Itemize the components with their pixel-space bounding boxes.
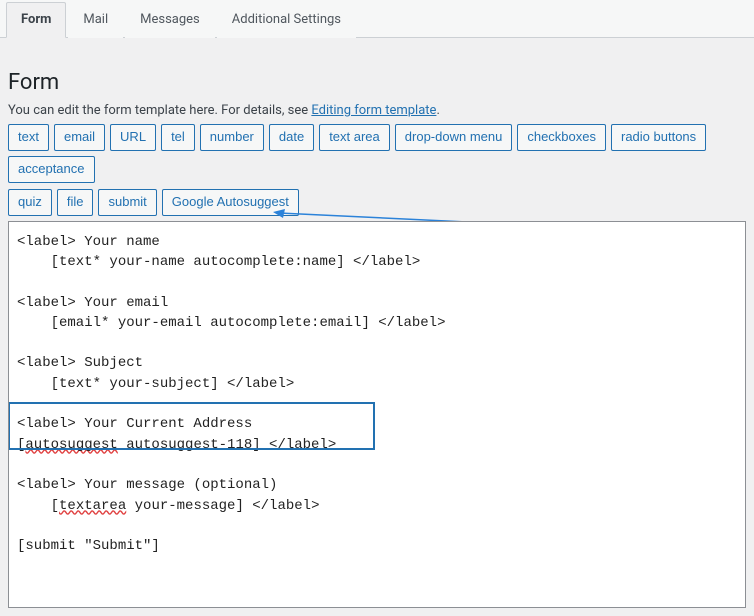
tab-additional-settings[interactable]: Additional Settings — [217, 2, 356, 38]
tag-dropdown[interactable]: drop-down menu — [395, 124, 513, 151]
tab-messages[interactable]: Messages — [125, 2, 215, 38]
tag-url[interactable]: URL — [110, 124, 156, 151]
tag-google-autosuggest[interactable]: Google Autosuggest — [162, 189, 299, 216]
tag-button-row-2: quiz file submit Google Autosuggest — [8, 189, 746, 216]
editing-template-link[interactable]: Editing form template — [311, 103, 436, 118]
tab-bar: Form Mail Messages Additional Settings — [0, 0, 754, 38]
tag-file[interactable]: file — [57, 189, 94, 216]
panel-heading: Form — [8, 70, 746, 95]
tag-quiz[interactable]: quiz — [8, 189, 52, 216]
tag-radio[interactable]: radio buttons — [611, 124, 706, 151]
form-template-editor[interactable]: <label> Your name [text* your-name autoc… — [8, 221, 746, 608]
tag-button-row: text email URL tel number date text area… — [8, 124, 746, 183]
tab-mail[interactable]: Mail — [68, 2, 123, 38]
tag-tel[interactable]: tel — [161, 124, 195, 151]
tag-submit[interactable]: submit — [98, 189, 156, 216]
tag-checkboxes[interactable]: checkboxes — [517, 124, 606, 151]
form-panel: Form You can edit the form template here… — [0, 38, 754, 616]
tag-email[interactable]: email — [54, 124, 105, 151]
tag-date[interactable]: date — [269, 124, 314, 151]
tag-acceptance[interactable]: acceptance — [8, 156, 95, 183]
panel-description: You can edit the form template here. For… — [8, 103, 746, 118]
tag-textarea[interactable]: text area — [319, 124, 390, 151]
tag-number[interactable]: number — [200, 124, 264, 151]
tag-text[interactable]: text — [8, 124, 49, 151]
tab-form[interactable]: Form — [6, 2, 66, 38]
